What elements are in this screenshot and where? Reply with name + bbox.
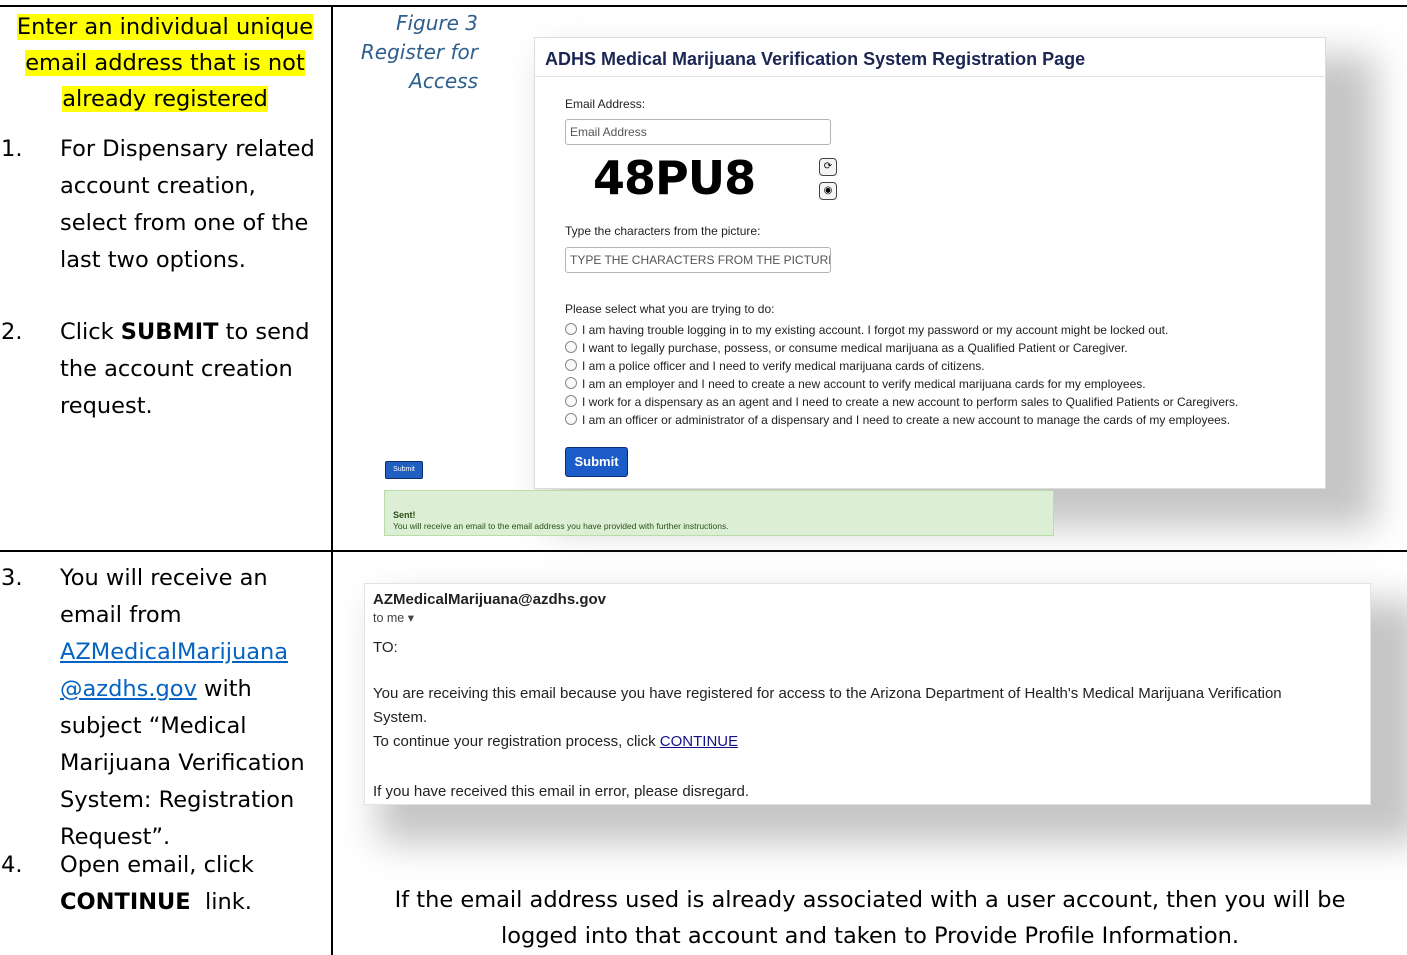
figure-caption: Figure 3 Register for Access [346, 9, 478, 96]
step-line: email from [60, 602, 182, 628]
note-line: logged into that account and taken to Pr… [500, 923, 1240, 949]
purpose-option[interactable]: I want to legally purchase, possess, or … [565, 340, 1128, 356]
step-line: request. [60, 393, 153, 419]
option-label: I want to legally purchase, possess, or … [582, 341, 1128, 355]
highlight-line: already registered [62, 86, 268, 112]
step-number: 2. [1, 319, 23, 345]
table-row-divider [0, 550, 1407, 552]
email-field[interactable]: Email Address [565, 119, 831, 145]
continue-keyword: CONTINUE [60, 889, 191, 915]
step-line: link. [190, 889, 252, 915]
email-body-line: You are receiving this email because you… [373, 685, 1282, 702]
radio-button[interactable] [565, 395, 577, 407]
purpose-option[interactable]: I am an employer and I need to create a … [565, 376, 1146, 392]
purpose-option[interactable]: I am an officer or administrator of a di… [565, 412, 1230, 428]
captcha-input[interactable]: TYPE THE CHARACTERS FROM THE PICTURE [565, 247, 831, 273]
table-column-divider [331, 5, 333, 955]
email-link[interactable]: @azdhs.gov [60, 676, 197, 702]
step-line: Marijuana Verification [60, 750, 305, 776]
divider [535, 76, 1325, 77]
submit-keyword: SUBMIT [120, 319, 219, 345]
step-number: 4. [1, 852, 23, 878]
step-line: System: Registration [60, 787, 295, 813]
option-label: I am a police officer and I need to veri… [582, 359, 985, 373]
page-title: ADHS Medical Marijuana Verification Syst… [545, 49, 1086, 69]
step-line: select from one of the [60, 210, 309, 236]
option-label: I am an officer or administrator of a di… [582, 413, 1231, 427]
step-line: Open email, click [60, 852, 254, 878]
captcha-label: Type the characters from the picture: [565, 224, 761, 238]
step-line: last two options. [60, 247, 246, 273]
step-text: For Dispensary related account creation,… [60, 131, 330, 279]
email-link[interactable]: AZMedicalMarijuana [60, 639, 288, 665]
step-line: You will receive an [60, 565, 268, 591]
existing-account-note: If the email address used is already ass… [333, 882, 1407, 954]
select-purpose-label: Please select what you are trying to do: [565, 302, 775, 316]
email-body-line: System. [373, 709, 428, 726]
step-text: You will receive an email from AZMedical… [60, 560, 330, 856]
step-line: subject “Medical [60, 713, 247, 739]
caption-line: Access [409, 69, 478, 93]
step-line: For Dispensary related [60, 136, 315, 162]
refresh-icon[interactable]: ⟳ [819, 158, 837, 176]
sent-message: You will receive an email to the email a… [393, 521, 729, 531]
step-text: Click SUBMIT to send the account creatio… [60, 314, 330, 425]
note-line: If the email address used is already ass… [394, 887, 1346, 913]
radio-button[interactable] [565, 341, 577, 353]
continue-prefix: To continue your registration process, c… [373, 733, 660, 750]
step-number: 3. [1, 565, 23, 591]
step-number: 1. [1, 136, 23, 162]
email-label: Email Address: [565, 97, 646, 111]
email-to-line: TO: [373, 639, 398, 656]
caption-line: Register for [360, 40, 478, 64]
recipient-dropdown[interactable]: to me ▾ [373, 610, 414, 625]
sent-title: Sent! [393, 510, 416, 520]
email-continue-line: To continue your registration process, c… [373, 732, 738, 752]
continue-link[interactable]: CONTINUE [660, 733, 738, 750]
background-submit-button[interactable]: Submit [385, 461, 423, 479]
purpose-option[interactable]: I am having trouble logging in to my exi… [565, 322, 1168, 338]
highlight-line: email address that is not [25, 50, 305, 76]
option-label: I am an employer and I need to create a … [582, 377, 1146, 391]
radio-button[interactable] [565, 377, 577, 389]
step-text: Open email, click CONTINUE link. [60, 847, 330, 921]
step-text-prefix: Click [60, 319, 121, 345]
purpose-option[interactable]: I work for a dispensary as an agent and … [565, 394, 1238, 410]
option-label: I am having trouble logging in to my exi… [582, 323, 1169, 337]
email-error-line: If you have received this email in error… [373, 783, 750, 800]
caption-line: Figure 3 [395, 11, 478, 35]
option-label: I work for a dispensary as an agent and … [582, 395, 1239, 409]
radio-button[interactable] [565, 359, 577, 371]
step-line: with [196, 676, 252, 702]
table-top-border [0, 5, 1407, 7]
sent-confirmation: Sent! You will receive an email to the e… [384, 490, 1054, 536]
step-line: account creation, [60, 173, 256, 199]
audio-icon[interactable]: ◉ [819, 182, 837, 200]
registration-panel: ADHS Medical Marijuana Verification Syst… [534, 37, 1326, 489]
email-sender: AZMedicalMarijuana@azdhs.gov [373, 591, 607, 608]
captcha-image: 48PU8 [593, 151, 756, 205]
step-line: the account creation [60, 356, 293, 382]
highlight-instruction: Enter an individual unique email address… [0, 9, 330, 117]
radio-button[interactable] [565, 413, 577, 425]
radio-button[interactable] [565, 323, 577, 335]
purpose-option[interactable]: I am a police officer and I need to veri… [565, 358, 985, 374]
email-panel: AZMedicalMarijuana@azdhs.gov to me ▾ TO:… [364, 583, 1371, 805]
step-text-suffix: to send [218, 319, 310, 345]
submit-button[interactable]: Submit [565, 447, 628, 477]
highlight-line: Enter an individual unique [16, 14, 314, 40]
